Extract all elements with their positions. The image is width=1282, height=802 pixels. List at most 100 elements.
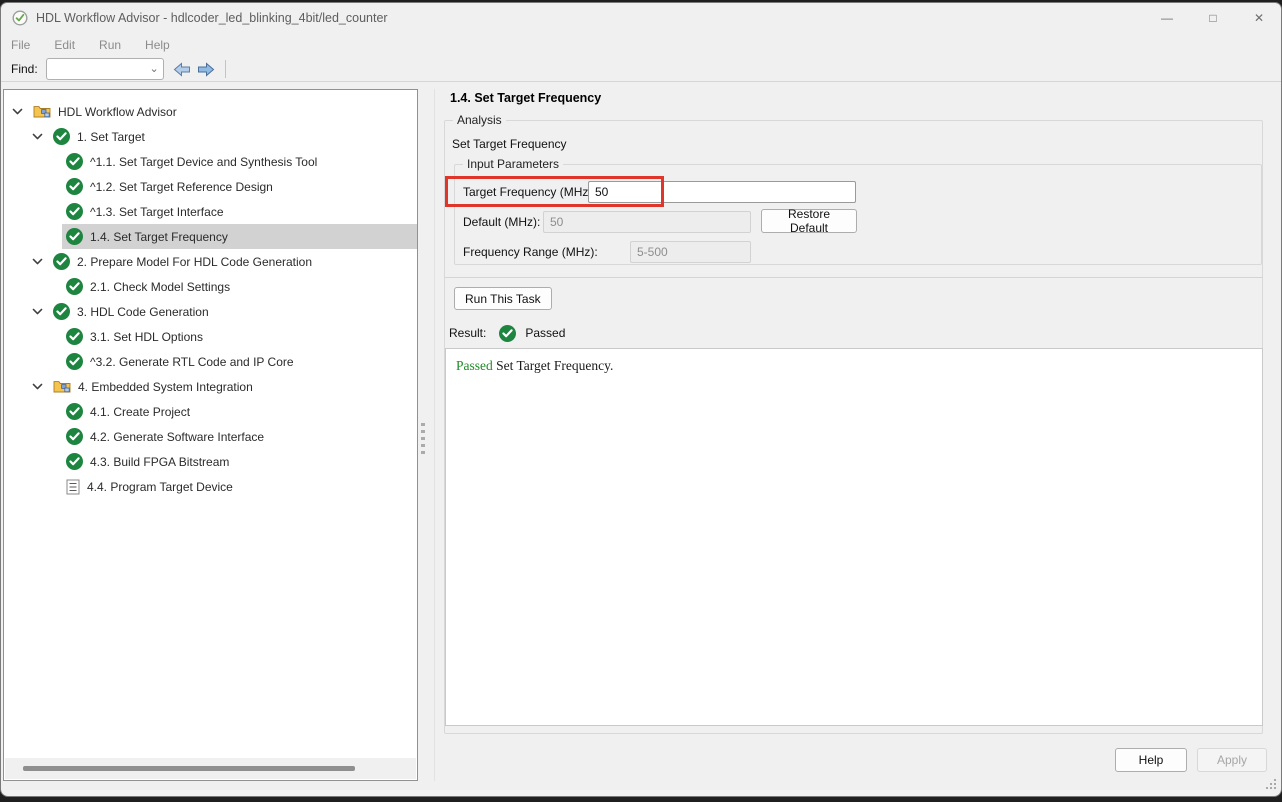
passed-check-icon xyxy=(499,325,516,342)
tree-item-label: 4.2. Generate Software Interface xyxy=(90,430,264,444)
check-icon xyxy=(66,228,83,245)
tree-item-label: ^1.3. Set Target Interface xyxy=(90,205,224,219)
check-icon xyxy=(66,278,83,295)
check-icon xyxy=(53,128,70,145)
find-input[interactable] xyxy=(51,60,147,78)
chevron-down-icon[interactable] xyxy=(30,379,45,394)
help-button[interactable]: Help xyxy=(1115,748,1187,772)
check-icon xyxy=(66,203,83,220)
pane-divider-line xyxy=(434,89,435,781)
tree-item[interactable]: 2.1. Check Model Settings xyxy=(4,274,417,299)
app-icon xyxy=(12,10,28,26)
tree-item[interactable]: 4.1. Create Project xyxy=(4,399,417,424)
find-next-icon[interactable] xyxy=(197,62,215,77)
menu-bar: File Edit Run Help xyxy=(1,33,1281,57)
find-combobox[interactable]: ⌄ xyxy=(46,58,164,80)
chevron-down-icon[interactable] xyxy=(30,304,45,319)
result-message-area: Passed Set Target Frequency. xyxy=(445,348,1263,726)
task-pane: 1.4. Set Target Frequency Analysis Set T… xyxy=(438,87,1282,787)
result-message-status: Passed xyxy=(456,358,493,373)
tree-item[interactable]: ^1.1. Set Target Device and Synthesis To… xyxy=(4,149,417,174)
check-icon xyxy=(66,153,83,170)
tree-item[interactable]: 4. Embedded System Integration xyxy=(4,374,417,399)
maximize-button[interactable]: □ xyxy=(1205,11,1221,25)
result-row: Result: Passed xyxy=(449,324,565,342)
tree-item-label: HDL Workflow Advisor xyxy=(58,105,177,119)
tree-item-label: 2. Prepare Model For HDL Code Generation xyxy=(77,255,312,269)
analysis-heading: Set Target Frequency xyxy=(452,137,567,151)
tree-item-label: ^3.2. Generate RTL Code and IP Core xyxy=(90,355,294,369)
tree-item-label: ^1.2. Set Target Reference Design xyxy=(90,180,273,194)
window-frame: HDL Workflow Advisor - hdlcoder_led_blin… xyxy=(0,2,1282,797)
check-icon xyxy=(66,353,83,370)
document-icon xyxy=(66,479,80,495)
analysis-group-label: Analysis xyxy=(453,113,506,127)
check-icon xyxy=(66,428,83,445)
resize-grip-icon[interactable] xyxy=(1265,778,1276,789)
frequency-range-input xyxy=(630,241,751,263)
tree-item[interactable]: 3. HDL Code Generation xyxy=(4,299,417,324)
panel-splitter[interactable] xyxy=(418,89,438,781)
horizontal-scrollbar[interactable] xyxy=(5,758,416,779)
tree-item-label: 3. HDL Code Generation xyxy=(77,305,209,319)
chevron-down-icon[interactable] xyxy=(30,129,45,144)
default-mhz-input xyxy=(543,211,751,233)
input-parameters-groupbox: Input Parameters Target Frequency (MHz):… xyxy=(454,164,1262,265)
chevron-down-icon[interactable]: ⌄ xyxy=(149,62,158,75)
menu-help[interactable]: Help xyxy=(139,38,176,52)
check-icon xyxy=(66,403,83,420)
tree-item[interactable]: 3.1. Set HDL Options xyxy=(4,324,417,349)
tree-item-label: 1. Set Target xyxy=(77,130,145,144)
result-message-text: Set Target Frequency. xyxy=(496,358,613,373)
target-frequency-input[interactable] xyxy=(588,181,856,203)
check-icon xyxy=(53,253,70,270)
folder-icon xyxy=(33,104,51,119)
check-icon xyxy=(66,178,83,195)
check-icon xyxy=(66,328,83,345)
workflow-tree: HDL Workflow Advisor 1. Set Target ^1.1. S… xyxy=(4,99,417,499)
menu-file[interactable]: File xyxy=(5,38,36,52)
tree-item[interactable]: ^1.3. Set Target Interface xyxy=(4,199,417,224)
tree-item[interactable]: 2. Prepare Model For HDL Code Generation xyxy=(4,249,417,274)
toolbar-separator xyxy=(225,60,226,78)
apply-button: Apply xyxy=(1197,748,1267,772)
tree-item-label: 2.1. Check Model Settings xyxy=(90,280,230,294)
tree-item-label: 4.3. Build FPGA Bitstream xyxy=(90,455,229,469)
chevron-down-icon[interactable] xyxy=(30,254,45,269)
tree-item[interactable]: 4.4. Program Target Device xyxy=(4,474,417,499)
analysis-groupbox: Analysis Set Target Frequency Input Para… xyxy=(444,120,1263,734)
tree-item[interactable]: 4.3. Build FPGA Bitstream xyxy=(4,449,417,474)
target-frequency-label: Target Frequency (MHz): xyxy=(463,185,596,199)
run-this-task-button[interactable]: Run This Task xyxy=(454,287,552,310)
tree-item[interactable]: ^3.2. Generate RTL Code and IP Core xyxy=(4,349,417,374)
workflow-tree-panel: HDL Workflow Advisor 1. Set Target ^1.1. S… xyxy=(3,89,418,781)
tree-item[interactable]: 1. Set Target xyxy=(4,124,417,149)
menu-run[interactable]: Run xyxy=(93,38,127,52)
input-parameters-group-label: Input Parameters xyxy=(463,157,563,171)
tree-item-label: 4.1. Create Project xyxy=(90,405,190,419)
default-mhz-label: Default (MHz): xyxy=(463,215,540,229)
folder-icon xyxy=(53,379,71,394)
result-label: Result: xyxy=(449,326,486,340)
task-title: 1.4. Set Target Frequency xyxy=(450,91,601,105)
close-button[interactable]: ✕ xyxy=(1251,11,1267,25)
tree-item[interactable]: 1.4. Set Target Frequency xyxy=(4,224,417,249)
tree-item-label: 4. Embedded System Integration xyxy=(78,380,253,394)
tree-item[interactable]: ^1.2. Set Target Reference Design xyxy=(4,174,417,199)
result-status: Passed xyxy=(525,326,565,340)
menu-edit[interactable]: Edit xyxy=(48,38,81,52)
check-icon xyxy=(66,453,83,470)
find-label: Find: xyxy=(11,62,38,76)
horizontal-scrollbar-thumb[interactable] xyxy=(23,766,355,771)
find-previous-icon[interactable] xyxy=(173,62,191,77)
tree-item[interactable]: 4.2. Generate Software Interface xyxy=(4,424,417,449)
minimize-button[interactable]: — xyxy=(1159,11,1175,25)
chevron-down-icon[interactable] xyxy=(10,104,25,119)
title-bar[interactable]: HDL Workflow Advisor - hdlcoder_led_blin… xyxy=(1,3,1281,33)
tree-item-label: 3.1. Set HDL Options xyxy=(90,330,203,344)
tree-item-label: ^1.1. Set Target Device and Synthesis To… xyxy=(90,155,317,169)
restore-default-button[interactable]: Restore Default xyxy=(761,209,857,233)
hdl-workflow-advisor-window: HDL Workflow Advisor - hdlcoder_led_blin… xyxy=(0,0,1282,802)
tree-item[interactable]: HDL Workflow Advisor xyxy=(4,99,417,124)
frequency-range-label: Frequency Range (MHz): xyxy=(463,245,598,259)
